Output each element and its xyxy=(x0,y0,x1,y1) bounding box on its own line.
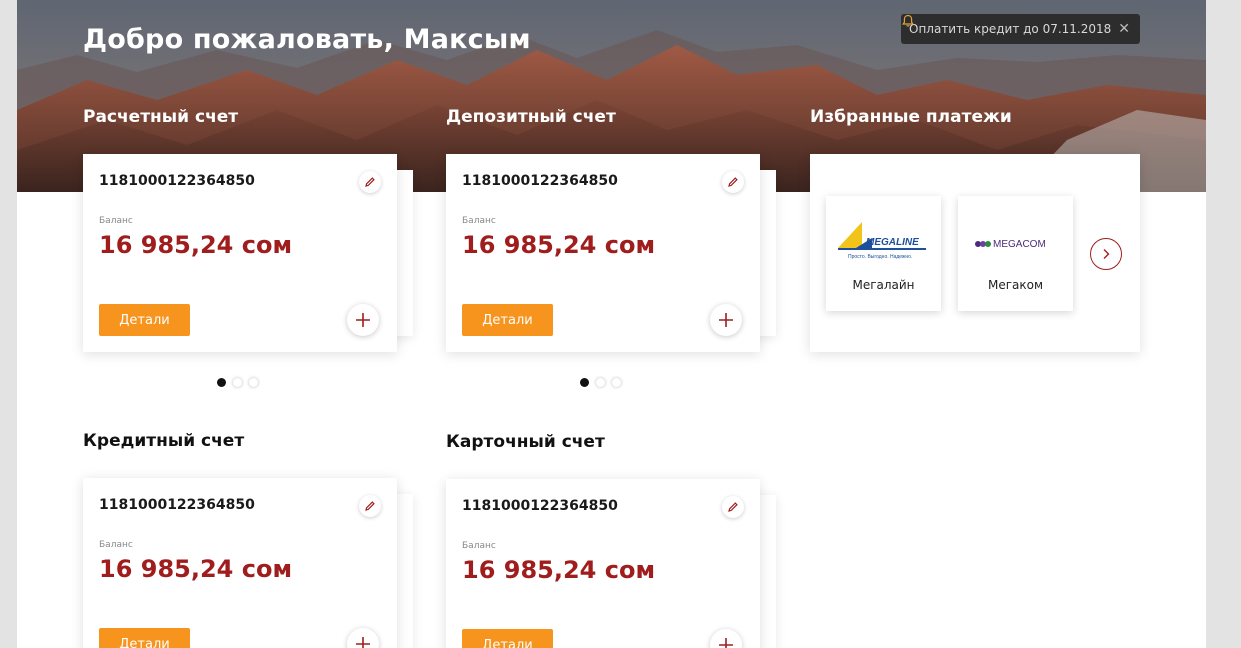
edit-button[interactable] xyxy=(359,171,381,193)
favorites-panel: MEGALINE Просто. Выгодно. Надежно. Мегал… xyxy=(810,154,1140,352)
notification-text: Оплатить кредит до 07.11.2018 xyxy=(909,22,1112,36)
megaline-logo: MEGALINE Просто. Выгодно. Надежно. xyxy=(838,222,926,260)
carousel-dots-deposit xyxy=(580,378,621,387)
add-button[interactable] xyxy=(347,304,379,336)
account-card-deposit: 1181000122364850 Баланс 16 985,24 сом Де… xyxy=(446,154,760,352)
pencil-icon xyxy=(728,502,738,512)
balance-label: Баланс xyxy=(462,541,496,551)
balance-amount: 16 985,24 сом xyxy=(462,231,656,259)
section-title-current: Расчетный счет xyxy=(83,107,239,127)
pencil-icon xyxy=(365,501,375,511)
balance-label: Баланс xyxy=(462,216,496,226)
chevron-right-icon xyxy=(1103,249,1110,259)
balance-label: Баланс xyxy=(99,540,133,550)
carousel-dot[interactable] xyxy=(580,378,589,387)
favorite-name: Мегалайн xyxy=(852,278,915,292)
section-title-credit: Кредитный счет xyxy=(83,431,245,451)
account-card-card: 1181000122364850 Баланс 16 985,24 сом Де… xyxy=(446,479,760,648)
favorite-megacom[interactable]: MEGACOM Мегаком xyxy=(958,196,1073,311)
account-number: 1181000122364850 xyxy=(99,497,255,513)
details-button[interactable]: Детали xyxy=(462,629,553,648)
favorite-name: Мегаком xyxy=(987,278,1044,292)
carousel-dot[interactable] xyxy=(233,378,242,387)
carousel-dot[interactable] xyxy=(612,378,621,387)
section-title-favorites: Избранные платежи xyxy=(810,107,1012,127)
carousel-dot[interactable] xyxy=(596,378,605,387)
section-title-deposit: Депозитный счет xyxy=(446,107,616,127)
balance-label: Баланс xyxy=(99,216,133,226)
svg-text:Просто. Выгодно. Надежно.: Просто. Выгодно. Надежно. xyxy=(848,254,912,260)
edit-button[interactable] xyxy=(722,496,744,518)
account-number: 1181000122364850 xyxy=(99,173,255,189)
svg-text:MEGALINE: MEGALINE xyxy=(866,237,919,248)
details-button[interactable]: Детали xyxy=(462,304,553,336)
main-page: Добро пожаловать, Максым Оплатить кредит… xyxy=(17,0,1206,648)
megacom-logo: MEGACOM xyxy=(975,239,1046,250)
details-button[interactable]: Детали xyxy=(99,628,190,648)
account-number: 1181000122364850 xyxy=(462,173,618,189)
balance-amount: 16 985,24 сом xyxy=(99,231,293,259)
plus-icon xyxy=(356,637,370,648)
pencil-icon xyxy=(728,177,738,187)
account-number: 1181000122364850 xyxy=(462,498,618,514)
carousel-dot[interactable] xyxy=(217,378,226,387)
section-title-card: Карточный счет xyxy=(446,432,605,452)
account-card-current: 1181000122364850 Баланс 16 985,24 сом Де… xyxy=(83,154,397,352)
next-favorites-button[interactable] xyxy=(1090,238,1122,270)
svg-text:MEGACOM: MEGACOM xyxy=(993,239,1046,250)
plus-icon xyxy=(719,313,733,327)
balance-amount: 16 985,24 сом xyxy=(462,556,656,584)
plus-icon xyxy=(356,313,370,327)
favorite-megaline[interactable]: MEGALINE Просто. Выгодно. Надежно. Мегал… xyxy=(826,196,941,311)
account-card-credit: 1181000122364850 Баланс 16 985,24 сом Де… xyxy=(83,478,397,648)
welcome-title: Добро пожаловать, Максым xyxy=(83,24,531,55)
pencil-icon xyxy=(365,177,375,187)
carousel-dot[interactable] xyxy=(249,378,258,387)
edit-button[interactable] xyxy=(359,495,381,517)
balance-amount: 16 985,24 сом xyxy=(99,555,293,583)
add-button[interactable] xyxy=(710,629,742,648)
edit-button[interactable] xyxy=(722,171,744,193)
plus-icon xyxy=(719,638,733,648)
add-button[interactable] xyxy=(710,304,742,336)
carousel-dots-current xyxy=(217,378,258,387)
notification-toast[interactable]: Оплатить кредит до 07.11.2018 ✕ xyxy=(901,14,1140,44)
bell-icon xyxy=(902,14,914,27)
add-button[interactable] xyxy=(347,628,379,648)
details-button[interactable]: Детали xyxy=(99,304,190,336)
close-icon[interactable]: ✕ xyxy=(1118,21,1130,37)
